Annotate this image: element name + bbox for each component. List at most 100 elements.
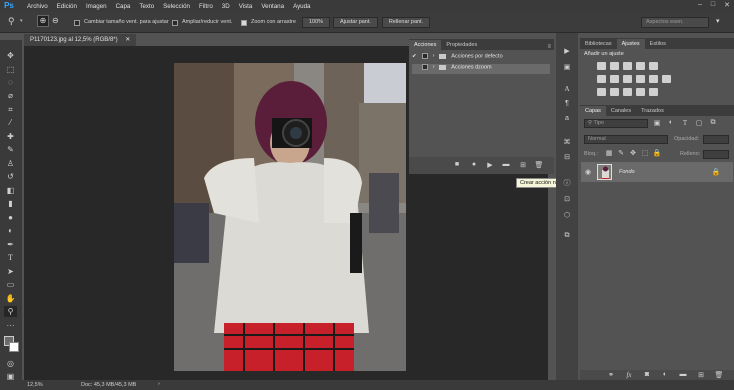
filter-adjustment-icon[interactable]: ◐ <box>666 119 676 126</box>
tab-estilos[interactable]: Estilos <box>645 39 671 49</box>
lock-position-icon[interactable]: ✥ <box>628 149 638 157</box>
healing-brush-tool-icon[interactable]: ✚ <box>4 131 17 142</box>
tab-trazados[interactable]: Trazados <box>636 106 669 116</box>
menu-capa[interactable]: Capa <box>116 3 131 10</box>
adjustment-layer-icon[interactable]: ◐ <box>660 371 670 378</box>
layer-style-icon[interactable]: fx <box>624 371 634 379</box>
tab-bibliotecas[interactable]: Bibliotecas <box>580 39 617 49</box>
zoom-in-icon[interactable]: ⊕ <box>37 15 49 27</box>
layer-row[interactable]: ◉ Fondo 🔒 <box>581 162 733 182</box>
paragraph-icon[interactable]: ¶ <box>562 100 572 107</box>
link-layers-icon[interactable]: ⚭ <box>606 371 616 379</box>
menu-imagen[interactable]: Imagen <box>86 3 107 10</box>
character-icon[interactable]: A <box>562 85 572 93</box>
panel-menu-icon[interactable]: ≡ <box>547 44 554 50</box>
filter-shape-icon[interactable]: ▢ <box>694 119 704 127</box>
history-brush-tool-icon[interactable]: ↺ <box>4 171 17 182</box>
play-icon[interactable]: ▶ <box>485 161 495 169</box>
menu-vista[interactable]: Vista <box>239 3 253 10</box>
history-icon[interactable]: ▣ <box>562 63 572 71</box>
selective-color-icon[interactable] <box>649 88 658 96</box>
new-action-icon[interactable]: ⊞ <box>518 161 528 169</box>
expand-arrow-icon[interactable]: › <box>433 64 435 70</box>
workspace-selector[interactable]: Aspectos esen. <box>641 17 709 28</box>
exposure-icon[interactable] <box>636 62 645 70</box>
crop-tool-icon[interactable]: ⌗ <box>4 104 17 115</box>
new-layer-icon[interactable]: ⊞ <box>696 371 706 379</box>
gradient-tool-icon[interactable]: ▮ <box>4 198 17 209</box>
tab-canales[interactable]: Canales <box>606 106 636 116</box>
action-set-row[interactable]: ✔ › Acciones por defecto <box>412 53 550 63</box>
scrubby-zoom-checkbox[interactable] <box>241 20 247 26</box>
channel-mixer-icon[interactable] <box>649 75 658 83</box>
fill-screen-button[interactable]: Rellenar pant. <box>382 17 430 28</box>
lock-artboard-icon[interactable]: ⬚ <box>640 149 650 157</box>
menu-seleccion[interactable]: Selección <box>163 3 190 10</box>
lock-pixels-icon[interactable]: ✎ <box>616 149 626 157</box>
menu-3d[interactable]: 3D <box>222 3 230 10</box>
zoom-level[interactable]: 12,5% <box>27 382 43 388</box>
type-tool-icon[interactable]: T <box>4 252 17 263</box>
gradient-map-icon[interactable] <box>636 88 645 96</box>
close-document-icon[interactable]: ✕ <box>125 37 130 43</box>
layer-mask-icon[interactable]: ◙ <box>642 371 652 378</box>
posterize-icon[interactable] <box>610 88 619 96</box>
blur-tool-icon[interactable]: ● <box>4 212 17 223</box>
3d-icon[interactable]: ⬡ <box>562 211 572 219</box>
background-color-swatch[interactable] <box>9 342 19 352</box>
eyedropper-tool-icon[interactable]: ⁄ <box>4 117 17 128</box>
clone-source-icon[interactable]: ⧉ <box>562 232 572 240</box>
more-tools-icon[interactable]: ··· <box>4 320 17 331</box>
tab-ajustes[interactable]: Ajustes <box>616 39 645 49</box>
stop-icon[interactable]: ■ <box>452 161 462 168</box>
glyphs-icon[interactable]: a <box>562 115 572 122</box>
checkmark-icon[interactable]: ✔ <box>412 53 417 59</box>
new-set-folder-icon[interactable]: ▬ <box>501 161 511 168</box>
opacity-field[interactable] <box>703 135 729 144</box>
marquee-tool-icon[interactable]: ⬚ <box>4 64 17 75</box>
tool-presets-icon[interactable]: ⊟ <box>562 153 572 161</box>
action-set-row-selected[interactable]: ✔ › Acciones dzoom <box>412 64 550 74</box>
resize-window-checkbox[interactable] <box>74 20 80 26</box>
tab-acciones[interactable]: Acciones <box>409 40 442 50</box>
color-balance-icon[interactable] <box>610 75 619 83</box>
rectangle-tool-icon[interactable]: ▭ <box>4 279 17 290</box>
zoom-100-button[interactable]: 100% <box>302 17 330 28</box>
menu-archivo[interactable]: Archivo <box>27 3 48 10</box>
dodge-tool-icon[interactable]: ◐ <box>4 225 17 236</box>
curves-icon[interactable] <box>623 62 632 70</box>
tab-capas[interactable]: Capas <box>580 106 606 116</box>
navigator-icon[interactable]: ⊡ <box>562 195 572 203</box>
group-folder-icon[interactable]: ▬ <box>678 371 688 378</box>
invert-icon[interactable] <box>597 88 606 96</box>
layer-filter-select[interactable]: ⚲ Tipo <box>584 119 648 128</box>
document-photo[interactable] <box>174 63 406 371</box>
quick-selection-tool-icon[interactable]: ⌀ <box>4 90 17 101</box>
brush-tool-icon[interactable]: ✎ <box>4 144 17 155</box>
workspace-menu-icon[interactable]: ▾ <box>716 17 720 25</box>
eye-icon[interactable]: ◉ <box>583 168 593 176</box>
path-selection-tool-icon[interactable]: ➤ <box>4 266 17 277</box>
blend-mode-select[interactable]: Normal <box>584 135 668 144</box>
zoom-tool-icon[interactable]: ⚲ <box>8 16 15 27</box>
close-icon[interactable]: ✕ <box>724 1 730 9</box>
brush-presets-icon[interactable]: ⌘ <box>562 138 572 146</box>
lock-transparency-icon[interactable]: ▦ <box>604 149 614 157</box>
pen-tool-icon[interactable]: ✒ <box>4 239 17 250</box>
menu-filtro[interactable]: Filtro <box>199 3 213 10</box>
tab-propiedades[interactable]: Propiedades <box>441 40 482 50</box>
fill-field[interactable] <box>703 150 729 159</box>
move-tool-icon[interactable]: ✥ <box>4 50 17 61</box>
eraser-tool-icon[interactable]: ◧ <box>4 185 17 196</box>
zoom-out-icon[interactable]: ⊖ <box>52 16 59 25</box>
menu-texto[interactable]: Texto <box>139 3 154 10</box>
photo-filter-icon[interactable] <box>636 75 645 83</box>
filter-smart-object-icon[interactable]: ⧉ <box>708 119 718 127</box>
vibrance-icon[interactable] <box>649 62 658 70</box>
trash-icon[interactable]: 🗑 <box>534 161 544 169</box>
document-tab[interactable]: P1170123.jpg al 12,5% (RGB/8*) ✕ <box>24 34 137 46</box>
dialog-toggle-checkbox[interactable] <box>422 64 429 70</box>
chevron-down-icon[interactable]: ▾ <box>20 18 23 24</box>
levels-icon[interactable] <box>610 62 619 70</box>
status-menu-icon[interactable]: › <box>158 381 160 387</box>
